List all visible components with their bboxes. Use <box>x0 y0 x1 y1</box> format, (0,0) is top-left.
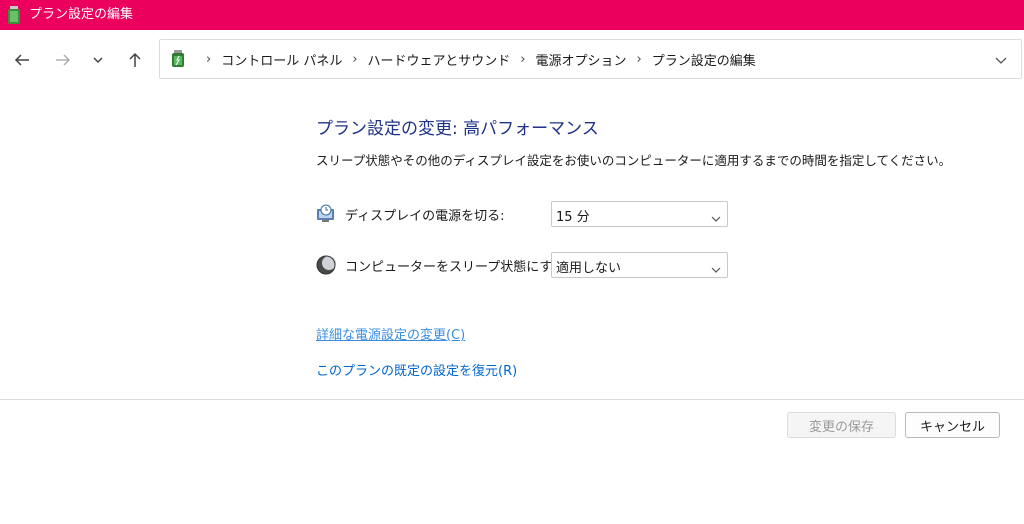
cancel-button[interactable]: キャンセル <box>905 412 1000 438</box>
breadcrumb-separator-icon: › <box>636 51 642 67</box>
chevron-down-icon <box>711 260 721 273</box>
display-off-value: 15 分 <box>556 210 590 225</box>
breadcrumb-hardware-sound[interactable]: ハードウェアとサウンド <box>368 50 511 69</box>
up-arrow-icon[interactable] <box>123 48 147 72</box>
navigation-bar: › コントロール パネル › ハードウェアとサウンド › 電源オプション › プ… <box>0 30 1024 86</box>
page-description: スリープ状態やその他のディスプレイ設定をお使いのコンピューターに適用するまでの時… <box>316 153 952 168</box>
restore-defaults-link[interactable]: このプランの既定の設定を復元(R) <box>316 360 517 379</box>
display-off-row: ディスプレイの電源を切る: 15 分 <box>316 201 736 227</box>
sleep-select[interactable]: 適用しない <box>551 252 728 278</box>
sleep-row: コンピューターをスリープ状態にする: 適用しない <box>316 252 736 278</box>
sleep-label: コンピューターをスリープ状態にする: <box>345 260 570 275</box>
save-button[interactable]: 変更の保存 <box>787 412 896 438</box>
breadcrumb-edit-plan[interactable]: プラン設定の編集 <box>652 50 756 69</box>
chevron-down-icon <box>711 209 721 222</box>
title-bar: プラン設定の編集 <box>0 0 1024 30</box>
moon-icon <box>316 255 336 275</box>
control-panel-icon <box>169 49 187 69</box>
address-dropdown-chevron-icon[interactable] <box>991 50 1011 70</box>
display-off-label: ディスプレイの電源を切る: <box>345 209 505 224</box>
advanced-power-settings-link[interactable]: 詳細な電源設定の変更(C) <box>316 324 465 343</box>
breadcrumb: › コントロール パネル › ハードウェアとサウンド › 電源オプション › プ… <box>196 40 756 78</box>
breadcrumb-separator-icon: › <box>520 51 526 67</box>
address-bar[interactable]: › コントロール パネル › ハードウェアとサウンド › 電源オプション › プ… <box>159 39 1022 79</box>
window-title: プラン設定の編集 <box>29 7 134 22</box>
power-options-icon <box>6 5 22 25</box>
footer-divider <box>0 399 1024 400</box>
breadcrumb-separator-icon: › <box>206 51 212 67</box>
breadcrumb-separator-icon: › <box>352 51 358 67</box>
monitor-clock-icon <box>316 204 336 224</box>
recent-locations-chevron-icon[interactable] <box>86 48 110 72</box>
back-arrow-icon[interactable] <box>10 48 34 72</box>
breadcrumb-control-panel[interactable]: コントロール パネル <box>221 50 342 69</box>
forward-arrow-icon[interactable] <box>51 48 75 72</box>
display-off-select[interactable]: 15 分 <box>551 201 728 227</box>
breadcrumb-power-options[interactable]: 電源オプション <box>536 50 627 69</box>
sleep-value: 適用しない <box>556 261 622 276</box>
page-title: プラン設定の変更: 高パフォーマンス <box>316 119 599 139</box>
